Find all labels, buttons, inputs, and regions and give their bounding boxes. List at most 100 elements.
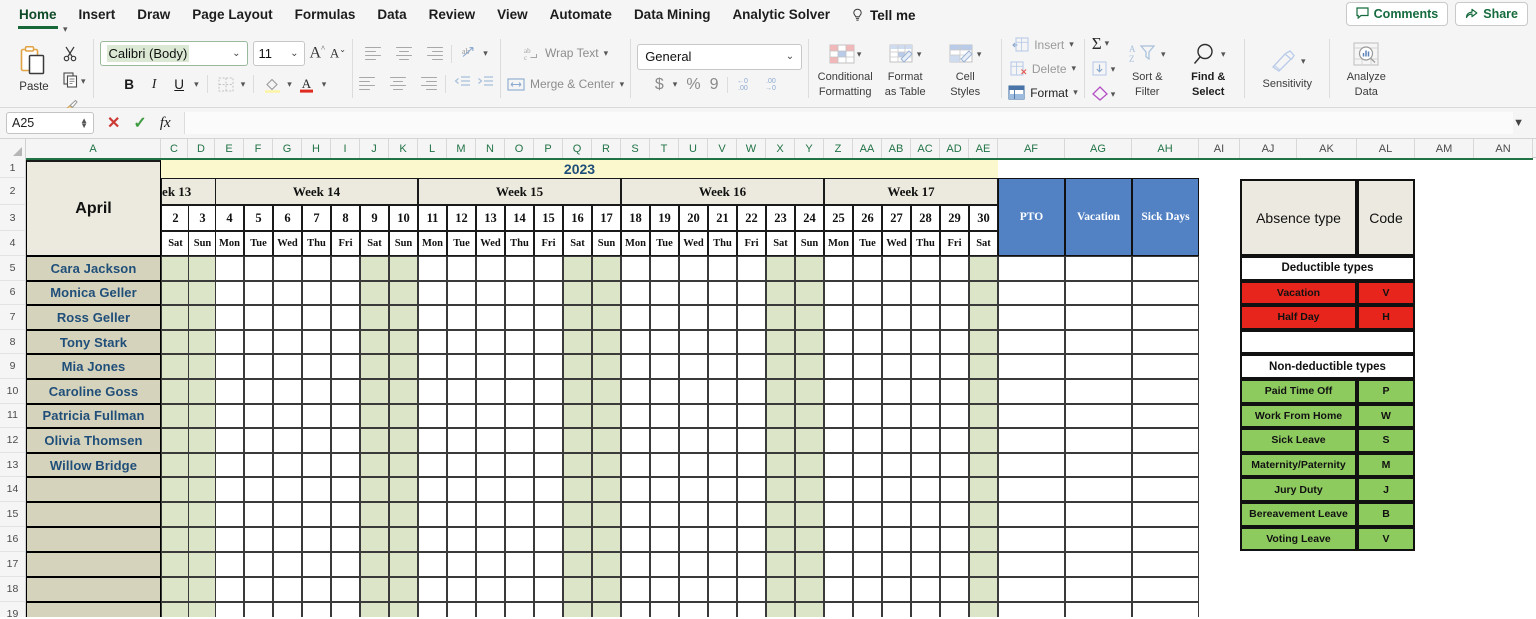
calendar-day-cell[interactable]: [505, 354, 534, 379]
calendar-day-cell[interactable]: [679, 354, 708, 379]
calendar-day-cell[interactable]: [824, 502, 853, 528]
calendar-day-cell[interactable]: [621, 577, 650, 603]
align-middle-button[interactable]: [393, 45, 415, 63]
calendar-day-cell[interactable]: [737, 305, 766, 330]
calendar-day-cell[interactable]: [534, 305, 563, 330]
comments-button[interactable]: Comments: [1345, 2, 1449, 26]
calendar-day-cell[interactable]: [969, 428, 998, 453]
calendar-day-cell[interactable]: [795, 602, 824, 617]
calendar-day-cell[interactable]: [882, 552, 911, 578]
employee-name-cell[interactable]: Monica Geller: [26, 280, 161, 306]
calendar-day-cell[interactable]: [621, 428, 650, 453]
calendar-day-cell[interactable]: [882, 428, 911, 453]
calendar-day-cell[interactable]: [505, 577, 534, 603]
calendar-day-cell[interactable]: [940, 477, 969, 503]
calendar-day-cell[interactable]: [679, 329, 708, 355]
column-header-C[interactable]: C: [161, 139, 188, 158]
calendar-day-cell[interactable]: [418, 502, 447, 528]
calendar-day-cell[interactable]: [969, 354, 998, 379]
copy-button[interactable]: [63, 71, 86, 93]
calendar-day-cell[interactable]: [418, 403, 447, 429]
calendar-day-cell[interactable]: [215, 305, 244, 330]
calendar-day-cell[interactable]: [795, 280, 824, 306]
calendar-day-cell[interactable]: [534, 428, 563, 453]
column-header-U[interactable]: U: [679, 139, 708, 158]
calendar-day-cell[interactable]: [969, 403, 998, 429]
format-cells-button[interactable]: Format: [1008, 82, 1078, 103]
employee-name-cell[interactable]: Willow Bridge: [26, 452, 161, 478]
calendar-day-cell[interactable]: [853, 552, 882, 578]
calendar-day-cell[interactable]: [737, 477, 766, 503]
calendar-day-cell[interactable]: [563, 403, 592, 429]
column-header-AB[interactable]: AB: [882, 139, 911, 158]
column-header-R[interactable]: R: [592, 139, 621, 158]
calendar-day-cell[interactable]: [447, 354, 476, 379]
calendar-day-cell[interactable]: [161, 256, 190, 281]
find-select-button[interactable]: Find & Select: [1179, 39, 1237, 98]
calendar-day-cell[interactable]: [360, 403, 389, 429]
column-header-AE[interactable]: AE: [969, 139, 998, 158]
summary-value-cell[interactable]: [1065, 527, 1132, 553]
calendar-day-cell[interactable]: [650, 329, 679, 355]
chevron-down-icon[interactable]: [483, 49, 488, 58]
calendar-day-cell[interactable]: [940, 379, 969, 404]
calendar-day-cell[interactable]: [418, 477, 447, 503]
row-header-9[interactable]: 9: [0, 354, 26, 379]
calendar-day-cell[interactable]: [302, 305, 331, 330]
calendar-day-cell[interactable]: [940, 305, 969, 330]
calendar-day-cell[interactable]: [505, 552, 534, 578]
calendar-day-cell[interactable]: [621, 477, 650, 503]
calendar-day-cell[interactable]: [476, 329, 505, 355]
calendar-day-cell[interactable]: [273, 280, 302, 306]
calendar-day-cell[interactable]: [737, 527, 766, 553]
chevron-down-icon[interactable]: [241, 80, 246, 89]
calendar-day-cell[interactable]: [911, 256, 940, 281]
ribbon-tab-analytic-solver[interactable]: Analytic Solver: [721, 2, 841, 29]
summary-value-cell[interactable]: [1065, 602, 1132, 617]
calendar-day-cell[interactable]: [161, 452, 190, 478]
orientation-button[interactable]: ab: [460, 44, 477, 63]
column-header-P[interactable]: P: [534, 139, 563, 158]
calendar-day-cell[interactable]: [592, 527, 621, 553]
calendar-day-cell[interactable]: [563, 552, 592, 578]
calendar-day-cell[interactable]: [188, 329, 217, 355]
calendar-day-cell[interactable]: [621, 602, 650, 617]
column-header-K[interactable]: K: [389, 139, 418, 158]
summary-value-cell[interactable]: [1132, 305, 1199, 330]
calendar-day-cell[interactable]: [534, 602, 563, 617]
summary-value-cell[interactable]: [998, 602, 1065, 617]
calendar-day-cell[interactable]: [708, 280, 737, 306]
calendar-day-cell[interactable]: [244, 602, 273, 617]
column-header-T[interactable]: T: [650, 139, 679, 158]
calendar-day-cell[interactable]: [476, 577, 505, 603]
calendar-day-cell[interactable]: [302, 527, 331, 553]
calendar-day-cell[interactable]: [650, 452, 679, 478]
calendar-day-cell[interactable]: [302, 280, 331, 306]
calendar-day-cell[interactable]: [215, 477, 244, 503]
calendar-day-cell[interactable]: [273, 502, 302, 528]
fill-button[interactable]: [1092, 60, 1116, 79]
employee-name-cell[interactable]: Tony Stark: [26, 329, 161, 355]
calendar-day-cell[interactable]: [360, 428, 389, 453]
calendar-day-cell[interactable]: [650, 280, 679, 306]
calendar-day-cell[interactable]: [853, 428, 882, 453]
calendar-day-cell[interactable]: [273, 428, 302, 453]
calendar-day-cell[interactable]: [389, 305, 418, 330]
calendar-day-cell[interactable]: [505, 256, 534, 281]
summary-value-cell[interactable]: [998, 452, 1065, 478]
calendar-day-cell[interactable]: [215, 256, 244, 281]
calendar-day-cell[interactable]: [708, 354, 737, 379]
chevron-down-icon[interactable]: [322, 80, 327, 89]
calendar-day-cell[interactable]: [679, 379, 708, 404]
calendar-day-cell[interactable]: [708, 502, 737, 528]
calendar-day-cell[interactable]: [708, 552, 737, 578]
align-right-button[interactable]: [415, 75, 437, 93]
chevron-down-icon[interactable]: [287, 80, 292, 89]
fill-color-button[interactable]: [262, 74, 282, 94]
calendar-day-cell[interactable]: [911, 477, 940, 503]
calendar-day-cell[interactable]: [188, 354, 217, 379]
calendar-day-cell[interactable]: [679, 280, 708, 306]
summary-value-cell[interactable]: [998, 403, 1065, 429]
font-family-select[interactable]: Calibri (Body): [99, 40, 248, 66]
calendar-day-cell[interactable]: [737, 329, 766, 355]
